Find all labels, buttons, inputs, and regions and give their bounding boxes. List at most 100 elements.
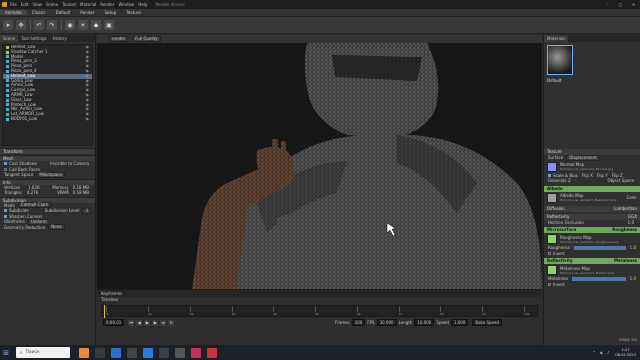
- diffusion-value[interactable]: Lambertian: [614, 206, 637, 212]
- minimize-button[interactable]: –: [601, 2, 614, 7]
- taskbar-app-icon[interactable]: [79, 347, 89, 358]
- loop-icon[interactable]: ↻: [168, 319, 175, 326]
- invert2-checkbox[interactable]: [548, 282, 551, 286]
- taskbar-search[interactable]: ⌕ Поиск: [16, 347, 70, 358]
- reflectivity-value[interactable]: GGX: [628, 214, 637, 220]
- menu-edit[interactable]: Edit: [21, 2, 29, 7]
- time-display[interactable]: 0:00.01: [103, 319, 125, 326]
- menu-window[interactable]: Window: [119, 2, 135, 7]
- render-viewport[interactable]: [97, 43, 542, 289]
- menu-help[interactable]: Help: [138, 2, 147, 7]
- undo-icon[interactable]: ↶: [34, 20, 44, 30]
- play-icon[interactable]: ▶: [144, 319, 151, 326]
- skip-end-icon[interactable]: ⏭: [160, 319, 167, 326]
- menu-view[interactable]: View: [32, 2, 42, 7]
- tab-history[interactable]: History: [50, 35, 70, 42]
- tab-texture[interactable]: Texture: [121, 10, 146, 15]
- tab-animate[interactable]: Animate: [0, 10, 27, 15]
- redo-icon[interactable]: ↷: [47, 20, 57, 30]
- tangent-space-select[interactable]: Mikktspace: [36, 171, 65, 178]
- tab-scene[interactable]: Scene: [0, 35, 19, 42]
- subdivide-checkbox[interactable]: [4, 209, 7, 213]
- subdivision-level-input[interactable]: 3: [82, 207, 91, 214]
- mesh-icon: [6, 103, 9, 107]
- tab-render[interactable]: Render: [75, 10, 99, 15]
- taskbar-app-icon[interactable]: [207, 347, 217, 358]
- cast-shadows-checkbox[interactable]: [4, 162, 7, 166]
- skip-start-icon[interactable]: ⏮: [128, 319, 135, 326]
- fps-input[interactable]: 30.000: [376, 319, 397, 326]
- subdivide-label: Subdivide: [9, 208, 29, 214]
- sharpen-corners-checkbox[interactable]: [4, 214, 7, 218]
- select-tool-icon[interactable]: ➤: [3, 20, 13, 30]
- tab-tool-settings[interactable]: Tool Settings: [18, 35, 49, 42]
- transform-section-header[interactable]: Transform: [0, 148, 95, 154]
- light-icon[interactable]: ☀: [78, 20, 88, 30]
- prev-frame-icon[interactable]: ◀: [136, 319, 143, 326]
- camera-select[interactable]: render: [109, 36, 129, 42]
- window-title: Render Access: [155, 2, 185, 7]
- visibility-icon[interactable]: ◉: [86, 116, 90, 122]
- roughness-slider[interactable]: [573, 245, 626, 250]
- invert-checkbox[interactable]: [548, 251, 551, 255]
- diffusion-section-header[interactable]: Diffusion Lambertian: [544, 205, 640, 212]
- menu-material[interactable]: Material: [80, 2, 96, 7]
- frames-input[interactable]: 300: [351, 319, 366, 326]
- taskbar-app-icon[interactable]: [143, 347, 153, 358]
- close-button[interactable]: ✕: [627, 2, 640, 7]
- network-icon[interactable]: ◈: [600, 350, 603, 355]
- speed-input[interactable]: 1.000: [450, 319, 469, 326]
- object-space-label[interactable]: Object Space: [608, 178, 635, 183]
- menu-scene[interactable]: Scene: [46, 2, 58, 7]
- roughness-map-swatch[interactable]: [547, 234, 557, 244]
- surface-select[interactable]: Displacement: [566, 154, 600, 161]
- taskbar-clock[interactable]: 1:27 08.05.2023: [615, 348, 636, 357]
- taskbar-app-icon[interactable]: [191, 347, 201, 358]
- windows-start-icon[interactable]: ⊞: [0, 345, 12, 360]
- cull-back-faces-checkbox[interactable]: [4, 167, 7, 171]
- camera-icon[interactable]: ◉: [65, 20, 75, 30]
- volume-icon[interactable]: ♪: [607, 350, 610, 355]
- flip-z-label[interactable]: Flip Z: [612, 173, 623, 178]
- maximize-button[interactable]: □: [614, 2, 627, 7]
- albedo-map-swatch[interactable]: [547, 192, 557, 203]
- next-frame-icon[interactable]: ▶: [152, 319, 159, 326]
- scale-bias-checkbox[interactable]: [548, 173, 551, 177]
- scene-tree-item[interactable]: BODY01_Low ◉: [3, 116, 92, 122]
- scene-tree[interactable]: Helmet_Low ◉ Shadow Catcher 1 ◉ Model ◉ Pieza_…: [2, 44, 93, 146]
- tab-default[interactable]: Default: [51, 10, 76, 15]
- tab-setup[interactable]: Setup: [99, 10, 121, 15]
- reflectivity2-value[interactable]: Metalness: [614, 258, 637, 264]
- bake-speed-button[interactable]: Bake Speed: [472, 319, 502, 326]
- metalness-slider[interactable]: [572, 276, 626, 281]
- chevron-up-icon[interactable]: ⌃: [592, 350, 595, 355]
- move-tool-icon[interactable]: ✥: [16, 20, 26, 30]
- material-list-spacer: [544, 83, 640, 147]
- tab-keyframes[interactable]: Keyframes: [97, 290, 126, 297]
- taskbar-app-icon[interactable]: [159, 347, 169, 358]
- cube-icon[interactable]: ◆: [91, 20, 101, 30]
- tab-materials[interactable]: Materials: [544, 35, 569, 42]
- taskbar-app-icon[interactable]: [175, 347, 185, 358]
- task-view-icon[interactable]: [95, 347, 105, 358]
- generate-z-label[interactable]: Generate Z: [548, 178, 571, 183]
- playhead[interactable]: [104, 304, 105, 318]
- menu-file[interactable]: File: [10, 2, 17, 7]
- timeline-ruler[interactable]: 0 1s 2s 3s 4s 5s 6s 7s 8s 9s 10s: [101, 304, 538, 318]
- material-thumbnail[interactable]: [547, 45, 573, 75]
- length-input[interactable]: 10.000: [414, 319, 435, 326]
- normal-map-swatch[interactable]: [547, 161, 557, 172]
- render-icon[interactable]: ▣: [104, 20, 114, 30]
- geometry-reduction-select[interactable]: None: [48, 224, 65, 231]
- metalness-map-swatch[interactable]: [547, 265, 557, 275]
- quality-select[interactable]: Full Quality: [132, 36, 161, 42]
- flip-x-label[interactable]: Flip X: [582, 173, 593, 178]
- menu-render[interactable]: Render: [100, 2, 114, 7]
- horizon-occlusion-value[interactable]: 1.0: [628, 220, 634, 225]
- tab-classic[interactable]: Classic: [27, 10, 51, 15]
- menu-toolset[interactable]: Toolset: [62, 2, 76, 7]
- taskbar-app-icon[interactable]: [111, 347, 121, 358]
- flip-y-label[interactable]: Flip Y: [597, 173, 608, 178]
- taskbar-app-icon[interactable]: [127, 347, 137, 358]
- microsurface-value[interactable]: Roughness: [612, 227, 637, 233]
